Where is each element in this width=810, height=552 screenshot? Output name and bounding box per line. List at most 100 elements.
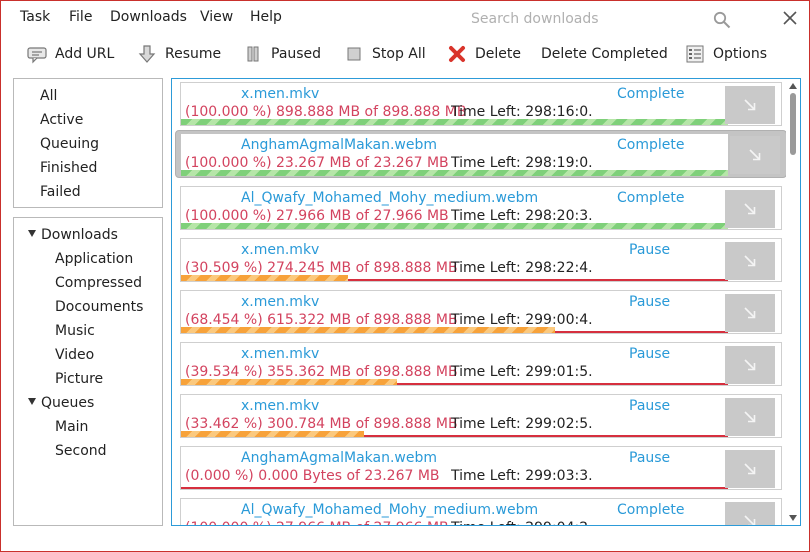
toolbar: Add URL Resume Paused Stop All Delete De… (1, 39, 809, 69)
time-left: Time Left: 298:19:0... (451, 155, 593, 171)
download-status[interactable]: Pause (629, 242, 670, 258)
download-row[interactable]: AnghamAgmalMakan.webm Complete (100.000 %)… (175, 130, 787, 178)
tree-queues-label: Queues (41, 395, 95, 411)
menu-help[interactable]: Help (250, 9, 282, 25)
progress-text: (30.509 %) 274.245 MB of 898.888 MB (185, 260, 458, 276)
file-name: AnghamAgmalMakan.webm (241, 450, 438, 466)
menu-task[interactable]: Task (20, 9, 50, 25)
pause-icon (247, 46, 259, 62)
download-status[interactable]: Complete (617, 502, 684, 518)
menu-downloads[interactable]: Downloads (110, 9, 187, 25)
progress-text: (39.534 %) 355.362 MB of 898.888 MB (185, 364, 458, 380)
download-list[interactable]: x.men.mkv Complete (100.000 %) 898.888 MB … (171, 78, 801, 526)
tree-item-documents[interactable]: Docouments (55, 299, 143, 315)
time-left: Time Left: 298:16:0... (451, 104, 593, 120)
filter-all[interactable]: All (40, 88, 57, 104)
download-card: AnghamAgmalMakan.webm Pause (0.000 %) 0.00… (181, 447, 728, 489)
tree-item-queue-main[interactable]: Main (55, 419, 88, 435)
filter-queuing[interactable]: Queuing (40, 136, 99, 152)
open-file-button[interactable] (725, 190, 775, 228)
download-card: x.men.mkv Pause (39.534 %) 355.362 MB of 8… (181, 343, 728, 385)
progress-text: (100.000 %) 27.966 MB of 27.966 MB (185, 208, 449, 224)
download-status[interactable]: Pause (629, 450, 670, 466)
file-name: x.men.mkv (241, 86, 320, 102)
open-file-button[interactable] (725, 450, 775, 488)
time-left: Time Left: 299:03:3... (451, 468, 593, 484)
open-arrow-icon (744, 463, 756, 475)
time-left: Time Left: 299:04:2... (451, 520, 593, 525)
file-name: Al_Qwafy_Mohamed_Mohy_medium.webm (241, 190, 539, 206)
resume-button[interactable]: Resume (137, 39, 221, 69)
scroll-thumb[interactable] (790, 93, 796, 155)
time-left: Time Left: 298:22:4... (451, 260, 593, 276)
open-arrow-icon (749, 149, 761, 161)
menu-view[interactable]: View (200, 9, 233, 25)
open-file-button[interactable] (725, 294, 775, 332)
scroll-down-icon[interactable] (789, 515, 797, 521)
download-card: x.men.mkv Pause (68.454 %) 615.322 MB of 8… (181, 291, 728, 333)
paused-button[interactable]: Paused (243, 39, 321, 69)
open-file-button[interactable] (725, 86, 775, 124)
download-row[interactable]: x.men.mkv Pause (33.462 %) 300.784 MB of 8… (180, 394, 782, 438)
vertical-scrollbar[interactable] (786, 79, 800, 525)
search-input[interactable] (463, 5, 733, 33)
filter-failed[interactable]: Failed (40, 184, 81, 200)
open-arrow-icon (744, 99, 756, 111)
add-url-label: Add URL (55, 46, 115, 62)
delete-button[interactable]: Delete (447, 39, 521, 69)
file-name: x.men.mkv (241, 242, 320, 258)
download-status[interactable]: Complete (617, 86, 684, 102)
progress-fill (181, 223, 728, 229)
close-icon[interactable] (783, 11, 797, 25)
add-url-icon (27, 47, 47, 64)
download-status[interactable]: Complete (617, 137, 684, 153)
progress-fill (181, 379, 397, 385)
filter-active[interactable]: Active (40, 112, 83, 128)
progress-text: (0.000 %) 0.000 Bytes of 23.267 MB (185, 468, 440, 484)
menu-bar: Task File Downloads View Help (1, 1, 809, 35)
open-file-button[interactable] (725, 242, 775, 280)
expand-arrow-icon[interactable] (28, 397, 36, 405)
download-status[interactable]: Pause (629, 398, 670, 414)
options-button[interactable]: Options (685, 39, 767, 69)
add-url-button[interactable]: Add URL (27, 39, 114, 69)
download-status[interactable]: Pause (629, 346, 670, 362)
delete-label: Delete (475, 46, 521, 62)
file-name: x.men.mkv (241, 346, 320, 362)
tree-queues[interactable]: Queues (28, 395, 94, 411)
download-row[interactable]: x.men.mkv Pause (39.534 %) 355.362 MB of 8… (180, 342, 782, 386)
delete-completed-button[interactable]: Delete Completed (541, 39, 668, 69)
tree-item-queue-second[interactable]: Second (55, 443, 107, 459)
download-row[interactable]: Al_Qwafy_Mohamed_Mohy_medium.webm Complet… (180, 186, 782, 230)
download-row[interactable]: x.men.mkv Complete (100.000 %) 898.888 MB … (180, 82, 782, 126)
menu-file[interactable]: File (69, 9, 92, 25)
time-left: Time Left: 299:01:5... (451, 364, 593, 380)
tree-item-video[interactable]: Video (55, 347, 94, 363)
download-row[interactable]: Al_Qwafy_Mohamed_Mohy_medium.webm Complet… (180, 498, 782, 525)
open-file-button[interactable] (725, 502, 775, 525)
download-row[interactable]: x.men.mkv Pause (68.454 %) 615.322 MB of 8… (180, 290, 782, 334)
tree-item-music[interactable]: Music (55, 323, 95, 339)
tree-downloads[interactable]: Downloads (28, 227, 118, 243)
download-status[interactable]: Complete (617, 190, 684, 206)
open-file-button[interactable] (725, 398, 775, 436)
open-file-button[interactable] (725, 346, 775, 384)
open-file-button[interactable] (730, 136, 780, 174)
filter-finished[interactable]: Finished (40, 160, 97, 176)
options-label: Options (713, 46, 768, 62)
app-window: Task File Downloads View Help Add URL (0, 0, 810, 552)
stop-all-button[interactable]: Stop All (344, 39, 426, 69)
tree-item-picture[interactable]: Picture (55, 371, 103, 387)
progress-text: (68.454 %) 615.322 MB of 898.888 MB (185, 312, 458, 328)
progress-fill (181, 119, 728, 125)
scroll-up-icon[interactable] (789, 83, 797, 89)
download-row[interactable]: AnghamAgmalMakan.webm Pause (0.000 %) 0.00… (180, 446, 782, 490)
open-arrow-icon (744, 411, 756, 423)
search-icon[interactable] (713, 11, 731, 29)
download-row[interactable]: x.men.mkv Pause (30.509 %) 274.245 MB of 8… (180, 238, 782, 282)
search-box (463, 5, 743, 33)
download-status[interactable]: Pause (629, 294, 670, 310)
tree-item-application[interactable]: Application (55, 251, 133, 267)
tree-item-compressed[interactable]: Compressed (55, 275, 142, 291)
expand-arrow-icon[interactable] (28, 229, 36, 237)
